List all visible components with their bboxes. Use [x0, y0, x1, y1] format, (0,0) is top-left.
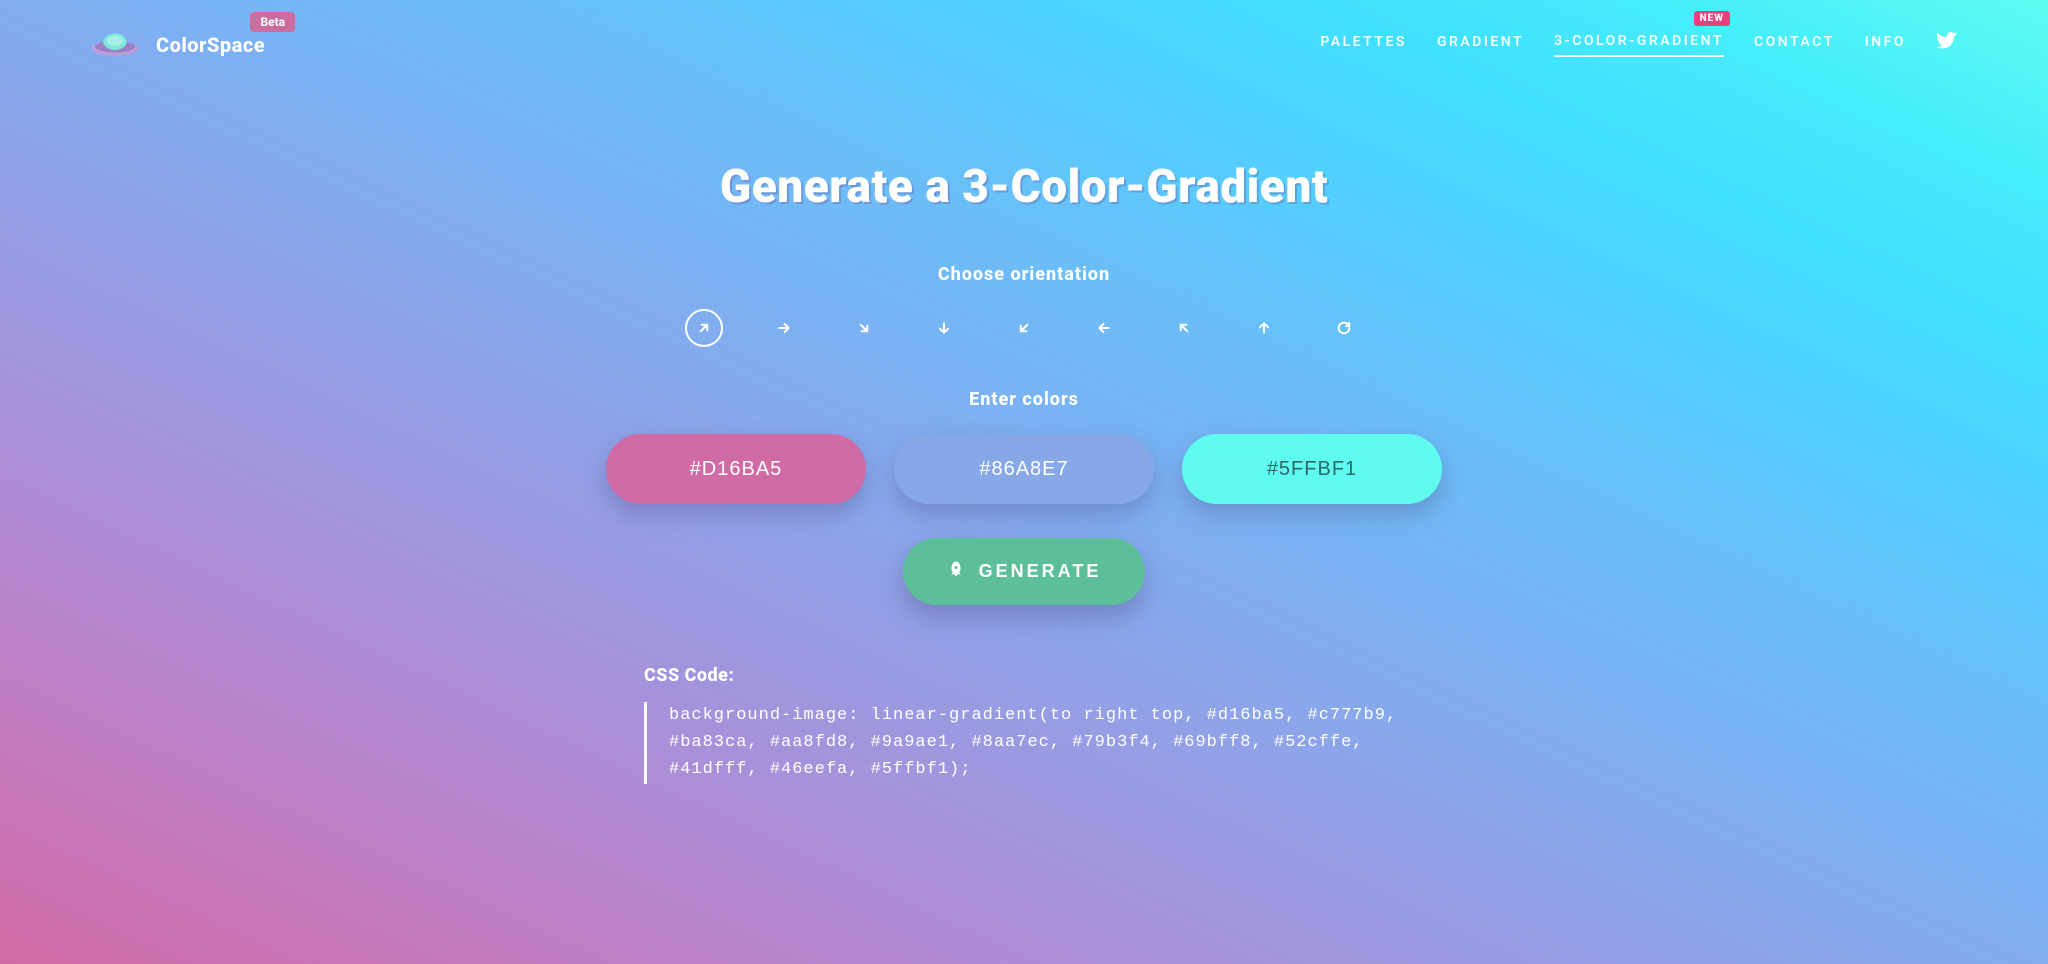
generate-label: GENERATE [979, 561, 1102, 582]
orientation-group [474, 309, 1574, 347]
new-badge: NEW [1694, 11, 1730, 26]
nav: PALETTES GRADIENT NEW 3-COLOR-GRADIENT C… [1320, 32, 1958, 58]
nav-contact[interactable]: CONTACT [1754, 34, 1835, 56]
brand[interactable]: ColorSpace Beta [90, 30, 265, 60]
twitter-icon[interactable] [1936, 32, 1958, 58]
header: ColorSpace Beta PALETTES GRADIENT NEW 3-… [0, 0, 2048, 80]
generate-button[interactable]: GENERATE [903, 538, 1146, 605]
nav-info[interactable]: INFO [1865, 34, 1906, 56]
nav-gradient[interactable]: GRADIENT [1437, 34, 1524, 56]
orient-right[interactable] [765, 309, 803, 347]
orient-right-top[interactable] [685, 309, 723, 347]
nav-palettes[interactable]: PALETTES [1320, 34, 1407, 56]
orient-right-bottom[interactable] [845, 309, 883, 347]
rocket-icon [947, 560, 965, 583]
colors-label: Enter colors [474, 389, 1574, 410]
orientation-label: Choose orientation [474, 264, 1574, 285]
beta-badge: Beta [250, 12, 295, 32]
orient-circular[interactable] [1325, 309, 1363, 347]
color-inputs [474, 434, 1574, 504]
css-code-output[interactable]: background-image: linear-gradient(to rig… [644, 702, 1414, 784]
page-title: Generate a 3-Color-Gradient [474, 160, 1574, 214]
css-label: CSS Code: [644, 665, 1414, 686]
logo-ufo-icon [90, 30, 140, 60]
color-input-2[interactable] [894, 434, 1154, 504]
brand-name: ColorSpace [156, 33, 265, 57]
orient-left-top[interactable] [1165, 309, 1203, 347]
color-input-1[interactable] [606, 434, 866, 504]
orient-left[interactable] [1085, 309, 1123, 347]
css-section: CSS Code: background-image: linear-gradi… [634, 665, 1414, 784]
orient-bottom[interactable] [925, 309, 963, 347]
nav-item-label: 3-COLOR-GRADIENT [1554, 33, 1724, 49]
main-content: Generate a 3-Color-Gradient Choose orien… [474, 80, 1574, 784]
orient-top[interactable] [1245, 309, 1283, 347]
nav-3-color-gradient[interactable]: NEW 3-COLOR-GRADIENT [1554, 33, 1724, 57]
orient-left-bottom[interactable] [1005, 309, 1043, 347]
color-input-3[interactable] [1182, 434, 1442, 504]
